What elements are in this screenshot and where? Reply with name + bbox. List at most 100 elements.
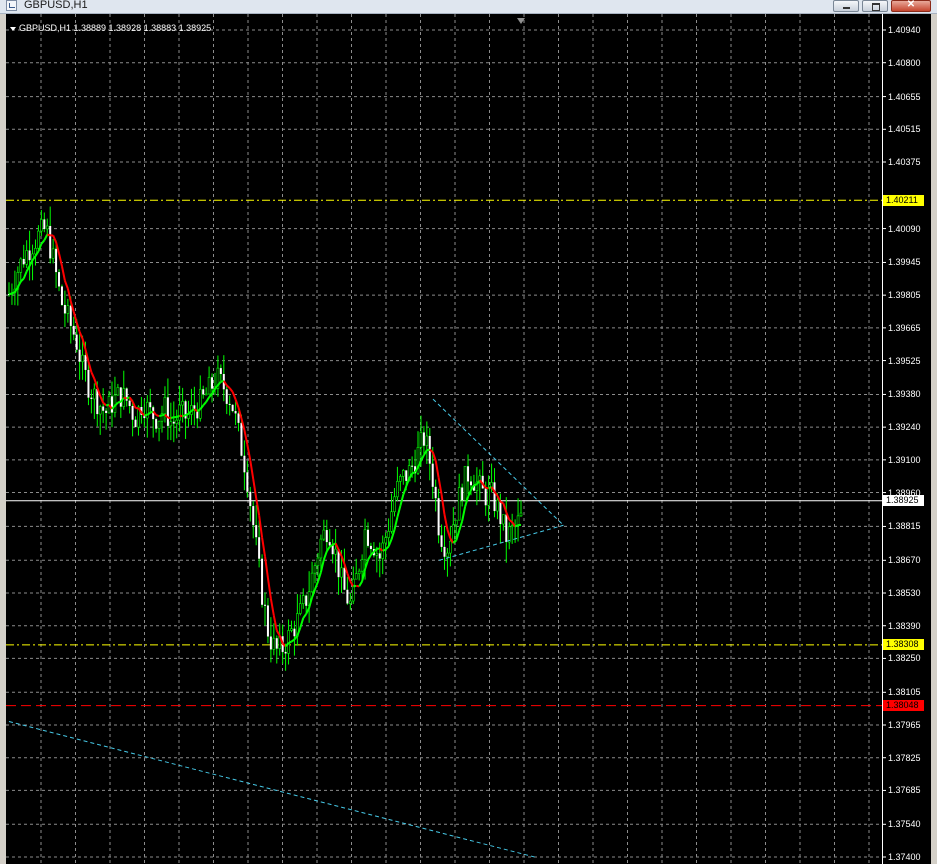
price-tick-label: 1.38815 [888,521,921,532]
candle-body [157,420,161,429]
candle-body [487,487,490,506]
moving-average-segment [47,233,51,237]
moving-average-segment [249,460,255,480]
price-tick-label: 1.40655 [888,91,921,102]
moving-average-segment [393,516,399,531]
candle-body [440,535,443,547]
candle-body [169,421,173,427]
candle-body [467,466,470,482]
moving-average-segment [402,485,408,496]
moving-average-segment [123,396,127,400]
price-tick-label: 1.38670 [888,555,921,566]
candle-body [198,388,202,419]
candle-body [116,387,120,396]
symbol-dropdown-icon[interactable] [10,26,16,31]
price-tick-label: 1.40940 [888,25,921,35]
candle-body [63,304,66,314]
candle-body [55,248,58,273]
chart-canvas[interactable]: GBPUSD,H1 1.38889 1.38928 1.38883 1.3892… [6,14,931,864]
candle-body [387,531,390,538]
moving-average-segment [63,280,69,289]
chart-shift-marker[interactable] [517,18,525,24]
candle-body [443,546,446,557]
candle-body [425,435,429,447]
moving-average-segment [90,371,96,380]
price-tick-label: 1.38105 [888,687,921,698]
candle-body [446,552,449,558]
price-tick-label: 1.39805 [888,290,921,301]
candle-body [354,573,358,580]
moving-average-segment [22,270,28,280]
candle-body [119,387,122,407]
candle-body [351,578,355,602]
price-chart-svg[interactable] [6,14,931,864]
candle-body [452,524,455,542]
moving-average-segment [266,577,272,599]
price-tick-label: 1.38250 [888,653,921,664]
moving-average-segment [264,556,269,579]
candle-body [228,403,231,405]
maximize-icon[interactable] [862,0,888,12]
price-tick-label: 1.39100 [888,454,921,465]
moving-average-segment [155,414,160,418]
candle-body [505,514,508,543]
moving-average-segment [461,506,467,522]
price-tick-label: 1.37540 [888,819,921,830]
candle-body [469,481,472,486]
candle-body [258,537,261,559]
candle-body [211,377,214,389]
window-title: GBPUSD,H1 [24,0,88,11]
moving-average-segment [117,400,122,404]
candle-body [207,376,211,395]
candle-body [28,250,31,261]
close-icon[interactable] [891,0,931,12]
candle-body [275,638,278,649]
candle-body [405,470,408,481]
moving-average-segment [231,391,237,400]
candle-body [378,553,381,559]
candle-body [301,595,305,604]
candle-body [131,406,134,420]
candle-body [519,512,523,517]
candle-body [496,499,499,512]
candle-body [87,369,90,398]
moving-average-segment [144,413,148,417]
moving-average-segment [411,471,416,475]
candle-body [507,526,511,543]
candle-body [322,529,326,540]
moving-average-segment [60,265,66,281]
candle-body [202,389,205,395]
candle-body [319,538,323,559]
candle-body [72,325,75,335]
candle-body [502,514,505,525]
candle-body [243,455,246,473]
price-tick-label: 1.38390 [888,620,921,631]
candle-body [175,419,179,424]
candle-body [40,219,43,232]
level-price-tag: 1.38048 [883,700,924,712]
moving-average-segment [458,520,464,531]
candle-body [51,248,55,259]
moving-average-segment [205,396,210,403]
candle-body [204,393,208,396]
symbol-ohlc-text: GBPUSD,H1 1.38889 1.38928 1.38883 1.3892… [19,23,212,33]
candle-body [102,406,105,411]
moving-average-segment [58,253,63,267]
candle-body [84,355,87,370]
candle-body [454,519,458,526]
candle-body [78,349,81,362]
candle-body [149,402,152,408]
level-price-tag: 1.38925 [883,495,924,507]
candle-body [422,432,425,446]
minimize-icon[interactable] [833,0,859,12]
candle-body [134,419,137,428]
moving-average-segment [288,640,292,645]
candle-body [419,432,423,448]
candle-body [449,540,452,554]
candle-body [437,498,440,536]
candle-body [305,595,308,606]
window-titlebar[interactable]: GBPUSD,H1 [0,0,937,14]
candle-body [390,511,393,532]
candle-body [328,542,331,546]
candle-body [237,413,240,423]
